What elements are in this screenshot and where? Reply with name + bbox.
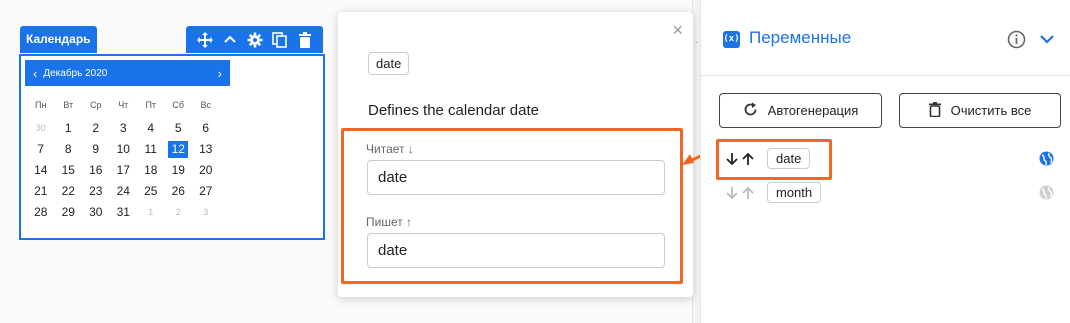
weekday-label: Сб — [172, 100, 185, 110]
calendar-day[interactable]: 2 — [82, 120, 110, 141]
variable-row[interactable]: month — [725, 182, 822, 203]
widget-label[interactable]: Календарь — [20, 26, 97, 53]
gear-icon[interactable] — [246, 31, 264, 49]
calendar-day[interactable]: 5 — [165, 120, 193, 141]
chevron-down-icon[interactable] — [1039, 31, 1055, 52]
calendar-header: ‹ Декабрь 2020 › — [25, 60, 230, 86]
calendar-day-selected[interactable]: 12 — [165, 141, 193, 162]
move-icon[interactable] — [196, 31, 214, 49]
calendar-day[interactable]: 18 — [137, 162, 165, 183]
variables-icon: (x) — [723, 31, 740, 48]
calendar-day[interactable]: 24 — [110, 183, 138, 204]
read-write-arrows — [725, 186, 767, 200]
clear-all-button[interactable]: Очистить все — [899, 93, 1061, 128]
calendar: ‹ Декабрь 2020 › Пн Вт Ср Чт Пт Сб Вс 30 1 2 3 4 5 6 7… — [25, 60, 230, 236]
info-icon[interactable] — [1007, 30, 1026, 54]
calendar-day[interactable]: 17 — [110, 162, 138, 183]
calendar-day[interactable]: 28 — [27, 204, 55, 225]
calendar-day[interactable]: 3 — [192, 204, 220, 225]
weekday-label: Вт — [63, 100, 74, 110]
calendar-day[interactable]: 25 — [137, 183, 165, 204]
calendar-day[interactable]: 30 — [27, 120, 55, 141]
month-title: Декабрь 2020 — [43, 67, 108, 79]
calendar-day[interactable]: 8 — [55, 141, 83, 162]
calendar-day[interactable]: 16 — [82, 162, 110, 183]
calendar-day[interactable]: 10 — [110, 141, 138, 162]
next-month-button[interactable]: › — [218, 66, 222, 81]
calendar-day[interactable]: 13 — [192, 141, 220, 162]
calendar-day[interactable]: 23 — [82, 183, 110, 204]
calendar-day[interactable]: 20 — [192, 162, 220, 183]
calendar-day[interactable]: 2 — [165, 204, 193, 225]
variable-name-chip: month — [767, 182, 822, 203]
calendar-day[interactable]: 31 — [110, 204, 138, 225]
globe-icon[interactable] — [1039, 185, 1054, 205]
calendar-day[interactable]: 1 — [55, 120, 83, 141]
calendar-day[interactable]: 27 — [192, 183, 220, 204]
calendar-widget-frame[interactable]: ‹ Декабрь 2020 › Пн Вт Ср Чт Пт Сб Вс 30 1 2 3 4 5 6 7… — [19, 54, 325, 240]
calendar-day[interactable]: 9 — [82, 141, 110, 162]
calendar-day[interactable]: 19 — [165, 162, 193, 183]
clear-all-label: Очистить все — [950, 103, 1032, 118]
calendar-day[interactable]: 14 — [27, 162, 55, 183]
calendar-day[interactable]: 1 — [137, 204, 165, 225]
calendar-day[interactable]: 30 — [82, 204, 110, 225]
close-icon[interactable]: × — [672, 20, 683, 41]
calendar-day[interactable]: 3 — [110, 120, 138, 141]
description: Defines the calendar date — [368, 102, 539, 119]
panel-header: (x) Переменные — [701, 0, 1070, 76]
calendar-day[interactable]: 6 — [192, 120, 220, 141]
variable-chip: date — [368, 52, 410, 75]
writes-label: Пишет ↑ — [366, 215, 413, 229]
weekday-label: Ср — [89, 100, 102, 110]
copy-icon[interactable] — [271, 31, 289, 49]
calendar-day[interactable]: 4 — [137, 120, 165, 141]
weekday-label: Вс — [200, 100, 211, 110]
arrow-down-icon — [726, 186, 738, 199]
calendar-day[interactable]: 29 — [55, 204, 83, 225]
weekday-label: Пн — [35, 100, 47, 110]
calendar-day[interactable]: 22 — [55, 183, 83, 204]
trash-icon[interactable] — [296, 31, 314, 49]
chevron-up-icon[interactable] — [221, 31, 239, 49]
trash-icon — [928, 101, 941, 120]
reads-label: Читает ↓ — [366, 142, 414, 156]
globe-icon[interactable] — [1039, 151, 1054, 171]
calendar-day[interactable]: 26 — [165, 183, 193, 204]
writes-input[interactable]: date — [367, 233, 665, 268]
panel-title: Переменные — [749, 28, 852, 47]
widget-toolbar — [186, 26, 323, 53]
calendar-day[interactable]: 21 — [27, 183, 55, 204]
autogenerate-label: Автогенерация — [767, 103, 859, 118]
calendar-day[interactable]: 11 — [137, 141, 165, 162]
arrow-up-icon — [742, 186, 754, 199]
weekday-label: Пт — [145, 100, 157, 110]
calendar-day[interactable]: 15 — [55, 162, 83, 183]
refresh-icon — [743, 102, 758, 120]
weekday-label: Чт — [118, 100, 129, 110]
reads-input[interactable]: date — [367, 160, 665, 195]
calendar-day[interactable]: 7 — [27, 141, 55, 162]
calendar-grid: Пн Вт Ср Чт Пт Сб Вс 30 1 2 3 4 5 6 7 8 9 10 11 12 13 14 15 16 1… — [25, 86, 230, 225]
autogenerate-button[interactable]: Автогенерация — [719, 93, 882, 128]
highlight-box-variable — [716, 139, 832, 180]
